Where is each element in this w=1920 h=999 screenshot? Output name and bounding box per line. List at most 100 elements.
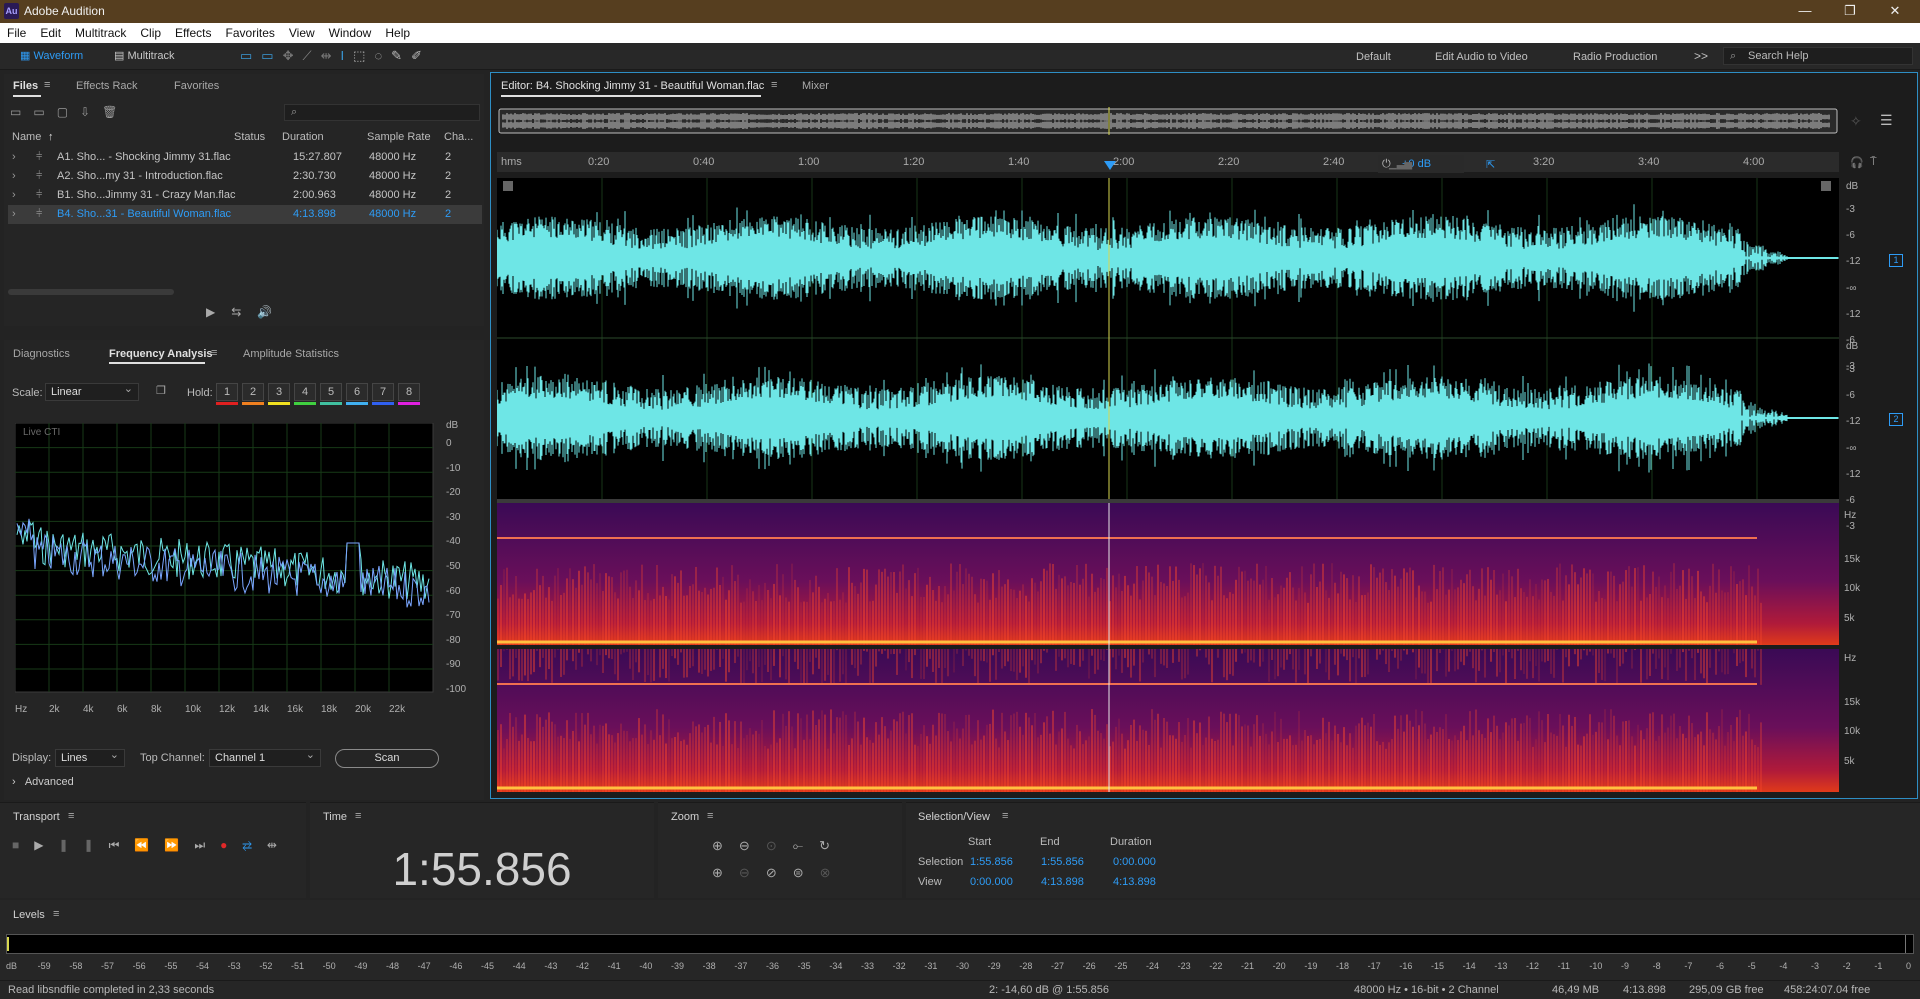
tab-files[interactable]: Files: [13, 80, 38, 92]
panel-menu-icon[interactable]: ≡: [211, 347, 217, 359]
move-tool-icon[interactable]: ✥: [283, 48, 303, 63]
expand-chevron-icon[interactable]: ›: [12, 167, 16, 186]
zoom-reset-icon[interactable]: ↻: [819, 838, 846, 853]
delete-icon[interactable]: 🗑: [102, 105, 129, 119]
loop-icon[interactable]: ⇄: [242, 838, 267, 852]
panel-menu-icon[interactable]: ≡: [771, 79, 777, 91]
col-channels[interactable]: Cha...: [444, 131, 473, 143]
scale-dropdown[interactable]: Linear: [45, 381, 139, 401]
col-name[interactable]: Name: [12, 131, 41, 143]
zoom-in-amplitude-icon[interactable]: ⊕: [712, 838, 739, 853]
menu-effects[interactable]: Effects: [168, 26, 218, 40]
hold-button-4[interactable]: 4: [294, 383, 316, 401]
skip-selection-icon[interactable]: ⇹: [267, 838, 292, 852]
open-file-icon[interactable]: ▭: [10, 105, 33, 119]
skip-previous-icon[interactable]: ⏮: [109, 838, 135, 852]
menu-file[interactable]: File: [0, 26, 33, 40]
tab-favorites[interactable]: Favorites: [174, 80, 219, 92]
razor-tool-icon[interactable]: ⟋: [303, 48, 321, 63]
hold-button-6[interactable]: 6: [346, 383, 368, 401]
top-channel-dropdown[interactable]: Channel 1: [209, 747, 321, 767]
panel-menu-icon[interactable]: ≡: [1002, 810, 1008, 822]
pitch-display-icon[interactable]: ▭: [261, 48, 282, 63]
menu-edit[interactable]: Edit: [33, 26, 68, 40]
channel-2-toggle[interactable]: 2: [1889, 413, 1903, 426]
panel-menu-icon[interactable]: ≡: [53, 908, 59, 920]
insert-icon[interactable]: ⇩: [80, 105, 102, 119]
menu-multitrack[interactable]: Multitrack: [68, 26, 133, 40]
search-help-input[interactable]: ⌕ Search Help: [1723, 47, 1913, 65]
headphones-icon[interactable]: 🎧: [1850, 156, 1864, 169]
hold-button-3[interactable]: 3: [268, 383, 290, 401]
expand-chevron-icon[interactable]: ›: [12, 148, 16, 167]
hold-button-8[interactable]: 8: [398, 383, 420, 401]
corner-handle[interactable]: [1821, 181, 1831, 191]
panel-menu-icon[interactable]: ≡: [707, 810, 713, 822]
col-status[interactable]: Status: [234, 131, 265, 143]
rewind-icon[interactable]: ⏪: [134, 838, 164, 852]
record-icon[interactable]: ●: [220, 838, 242, 852]
selection-end[interactable]: 1:55.856: [1041, 856, 1084, 868]
scan-button[interactable]: Scan: [335, 749, 439, 768]
skip-next-icon[interactable]: ⏭: [194, 838, 220, 852]
col-sample-rate[interactable]: Sample Rate: [367, 131, 431, 143]
view-start[interactable]: 0:00.000: [970, 876, 1013, 888]
close-button[interactable]: ✕: [1875, 2, 1915, 20]
list-icon[interactable]: ☰: [1880, 112, 1893, 129]
multitrack-view-button[interactable]: ▤ Multitrack: [114, 47, 175, 66]
spectral-display[interactable]: [497, 503, 1839, 792]
zoom-in-time-icon[interactable]: ⊕: [712, 865, 739, 880]
menu-clip[interactable]: Clip: [133, 26, 168, 40]
restore-button[interactable]: ❐: [1830, 2, 1870, 20]
import-file-icon[interactable]: ▭: [33, 105, 56, 119]
workspace-edit-audio-to-video[interactable]: Edit Audio to Video: [1435, 51, 1528, 63]
zoom-selection-icon[interactable]: ⊙: [766, 838, 793, 853]
tab-amplitude-statistics[interactable]: Amplitude Statistics: [243, 348, 339, 360]
hold-button-2[interactable]: 2: [242, 383, 264, 401]
workspace-radio-production[interactable]: Radio Production: [1573, 51, 1657, 63]
play-icon[interactable]: ▶: [34, 838, 58, 852]
menu-help[interactable]: Help: [378, 26, 417, 40]
zoom-out-full-icon[interactable]: ⊘: [766, 865, 793, 880]
zoom-to-selection-icon[interactable]: ⊜: [793, 865, 820, 880]
panel-menu-icon[interactable]: ≡: [44, 79, 50, 91]
horizontal-scrollbar[interactable]: [8, 289, 174, 295]
spot-healing-icon[interactable]: ✐: [411, 48, 431, 63]
more-workspaces-icon[interactable]: >>: [1694, 49, 1708, 63]
copy-icon[interactable]: ❐: [156, 384, 166, 397]
autoplay-volume-icon[interactable]: 🔊: [257, 305, 288, 319]
marker-icon[interactable]: ⍑: [1870, 156, 1877, 169]
file-row[interactable]: › ⫩ B1. Sho...Jimmy 31 - Crazy Man.flac …: [8, 186, 482, 205]
display-dropdown[interactable]: Lines: [55, 747, 125, 767]
zoom-in-icon[interactable]: ✧: [1850, 113, 1862, 130]
file-search-input[interactable]: ⌕: [284, 104, 480, 121]
pause-icon[interactable]: ❚❚: [58, 838, 108, 852]
file-row[interactable]: › ⫩ A1. Sho... - Shocking Jimmy 31.flac …: [8, 148, 482, 167]
zoom-out-time-icon[interactable]: ⊖: [739, 865, 766, 880]
col-duration[interactable]: Duration: [282, 131, 324, 143]
channel-1-toggle[interactable]: 1: [1889, 254, 1903, 267]
waveform-view-button[interactable]: ▦ Waveform: [20, 47, 83, 66]
slip-tool-icon[interactable]: ⇹: [321, 48, 341, 63]
panel-menu-icon[interactable]: ≡: [68, 810, 74, 822]
overview-navigator[interactable]: [497, 107, 1839, 135]
workspace-default[interactable]: Default: [1356, 51, 1391, 63]
file-row-selected[interactable]: › ⫩ B4. Sho...31 - Beautiful Woman.flac …: [8, 205, 482, 224]
advanced-expander[interactable]: › Advanced: [12, 776, 74, 788]
fast-forward-icon[interactable]: ⏩: [164, 838, 194, 852]
minimize-button[interactable]: —: [1785, 2, 1825, 20]
hold-button-1[interactable]: 1: [216, 383, 238, 401]
selection-duration[interactable]: 0:00.000: [1113, 856, 1156, 868]
time-selection-tool-icon[interactable]: I: [341, 48, 354, 63]
corner-handle[interactable]: [503, 181, 513, 191]
stop-icon[interactable]: ■: [12, 838, 34, 852]
expand-chevron-icon[interactable]: ›: [12, 186, 16, 205]
zoom-in-point-icon[interactable]: ⟜: [793, 838, 819, 853]
menu-view[interactable]: View: [282, 26, 322, 40]
selection-start[interactable]: 1:55.856: [970, 856, 1013, 868]
panel-menu-icon[interactable]: ≡: [355, 810, 361, 822]
view-end[interactable]: 4:13.898: [1041, 876, 1084, 888]
file-row[interactable]: › ⫩ A2. Sho...my 31 - Introduction.flac …: [8, 167, 482, 186]
tab-effects-rack[interactable]: Effects Rack: [76, 80, 138, 92]
zoom-out-amplitude-icon[interactable]: ⊖: [739, 838, 766, 853]
